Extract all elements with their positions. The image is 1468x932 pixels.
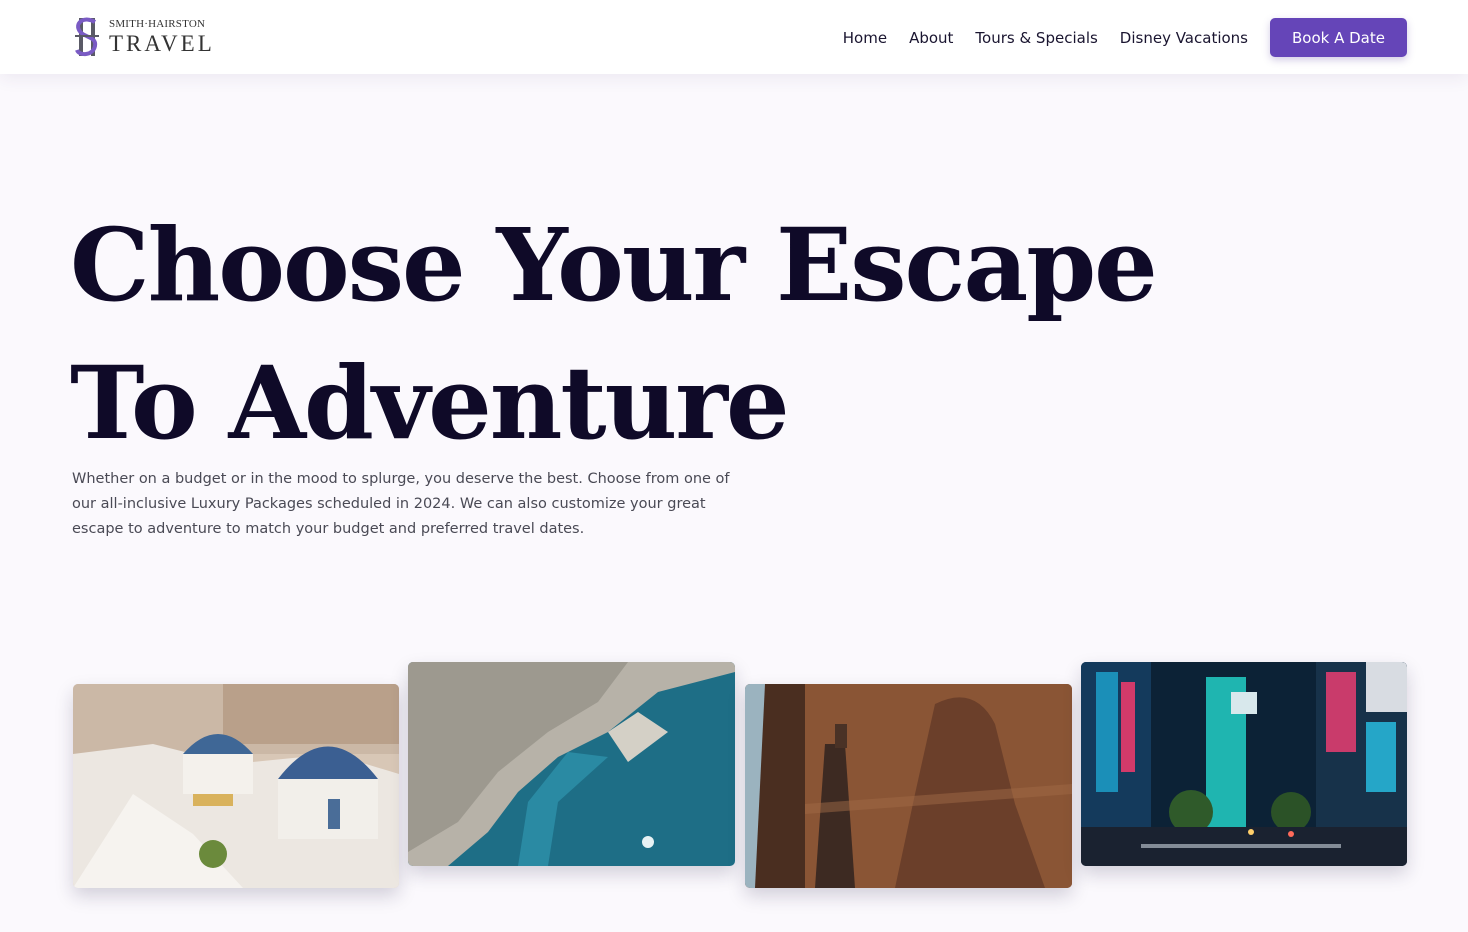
monogram-icon (75, 17, 99, 57)
nav-home[interactable]: Home (843, 29, 887, 47)
hero-title: Choose Your Escape To Adventure (70, 206, 1158, 462)
nav-tours-specials[interactable]: Tours & Specials (975, 29, 1097, 47)
hero-description: Whether on a budget or in the mood to sp… (72, 471, 730, 537)
brand-name-line1: SMITH·HAIRSTON (109, 18, 206, 30)
coastal-city-aerial-photo (408, 662, 735, 866)
nav-about[interactable]: About (909, 29, 953, 47)
egyptian-temple-photo (745, 684, 1072, 888)
brand-name-line2: TRAVEL (109, 31, 215, 56)
main-nav: Home About Tours & Specials Disney Vacat… (843, 18, 1407, 57)
book-a-date-button[interactable]: Book A Date (1270, 18, 1407, 57)
santorini-photo (73, 684, 399, 888)
brand-logo[interactable]: SMITH·HAIRSTON TRAVEL (71, 14, 215, 60)
tokyo-street-night-photo (1081, 662, 1407, 866)
nav-disney-vacations[interactable]: Disney Vacations (1120, 29, 1248, 47)
site-header: SMITH·HAIRSTON TRAVEL Home About Tours &… (0, 0, 1468, 74)
